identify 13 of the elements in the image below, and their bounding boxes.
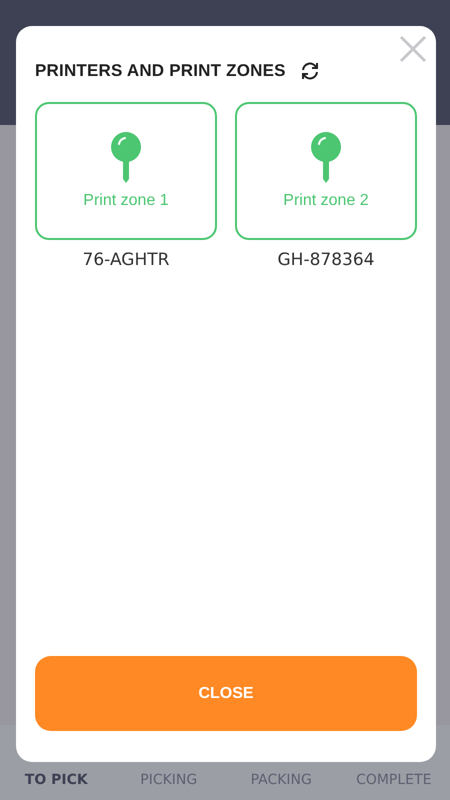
nav-tab[interactable]: PACKING xyxy=(225,772,338,788)
dialog-title: PRINTERS AND PRINT ZONES xyxy=(35,61,286,81)
pushpin-icon xyxy=(110,132,142,184)
nav-tab[interactable]: TO PICK xyxy=(0,772,112,788)
print-zone-card[interactable]: Print zone 2 xyxy=(235,102,417,240)
pushpin-icon xyxy=(310,132,342,184)
close-button[interactable]: CLOSE xyxy=(35,656,417,731)
refresh-icon[interactable] xyxy=(300,61,320,81)
nav-tab[interactable]: COMPLETE xyxy=(338,772,450,788)
printer-name: GH-878364 xyxy=(278,250,374,270)
nav-tab[interactable]: PICKING xyxy=(112,772,225,788)
print-zone-card[interactable]: Print zone 1 xyxy=(35,102,217,240)
printer-name: 76-AGHTR xyxy=(82,250,170,270)
